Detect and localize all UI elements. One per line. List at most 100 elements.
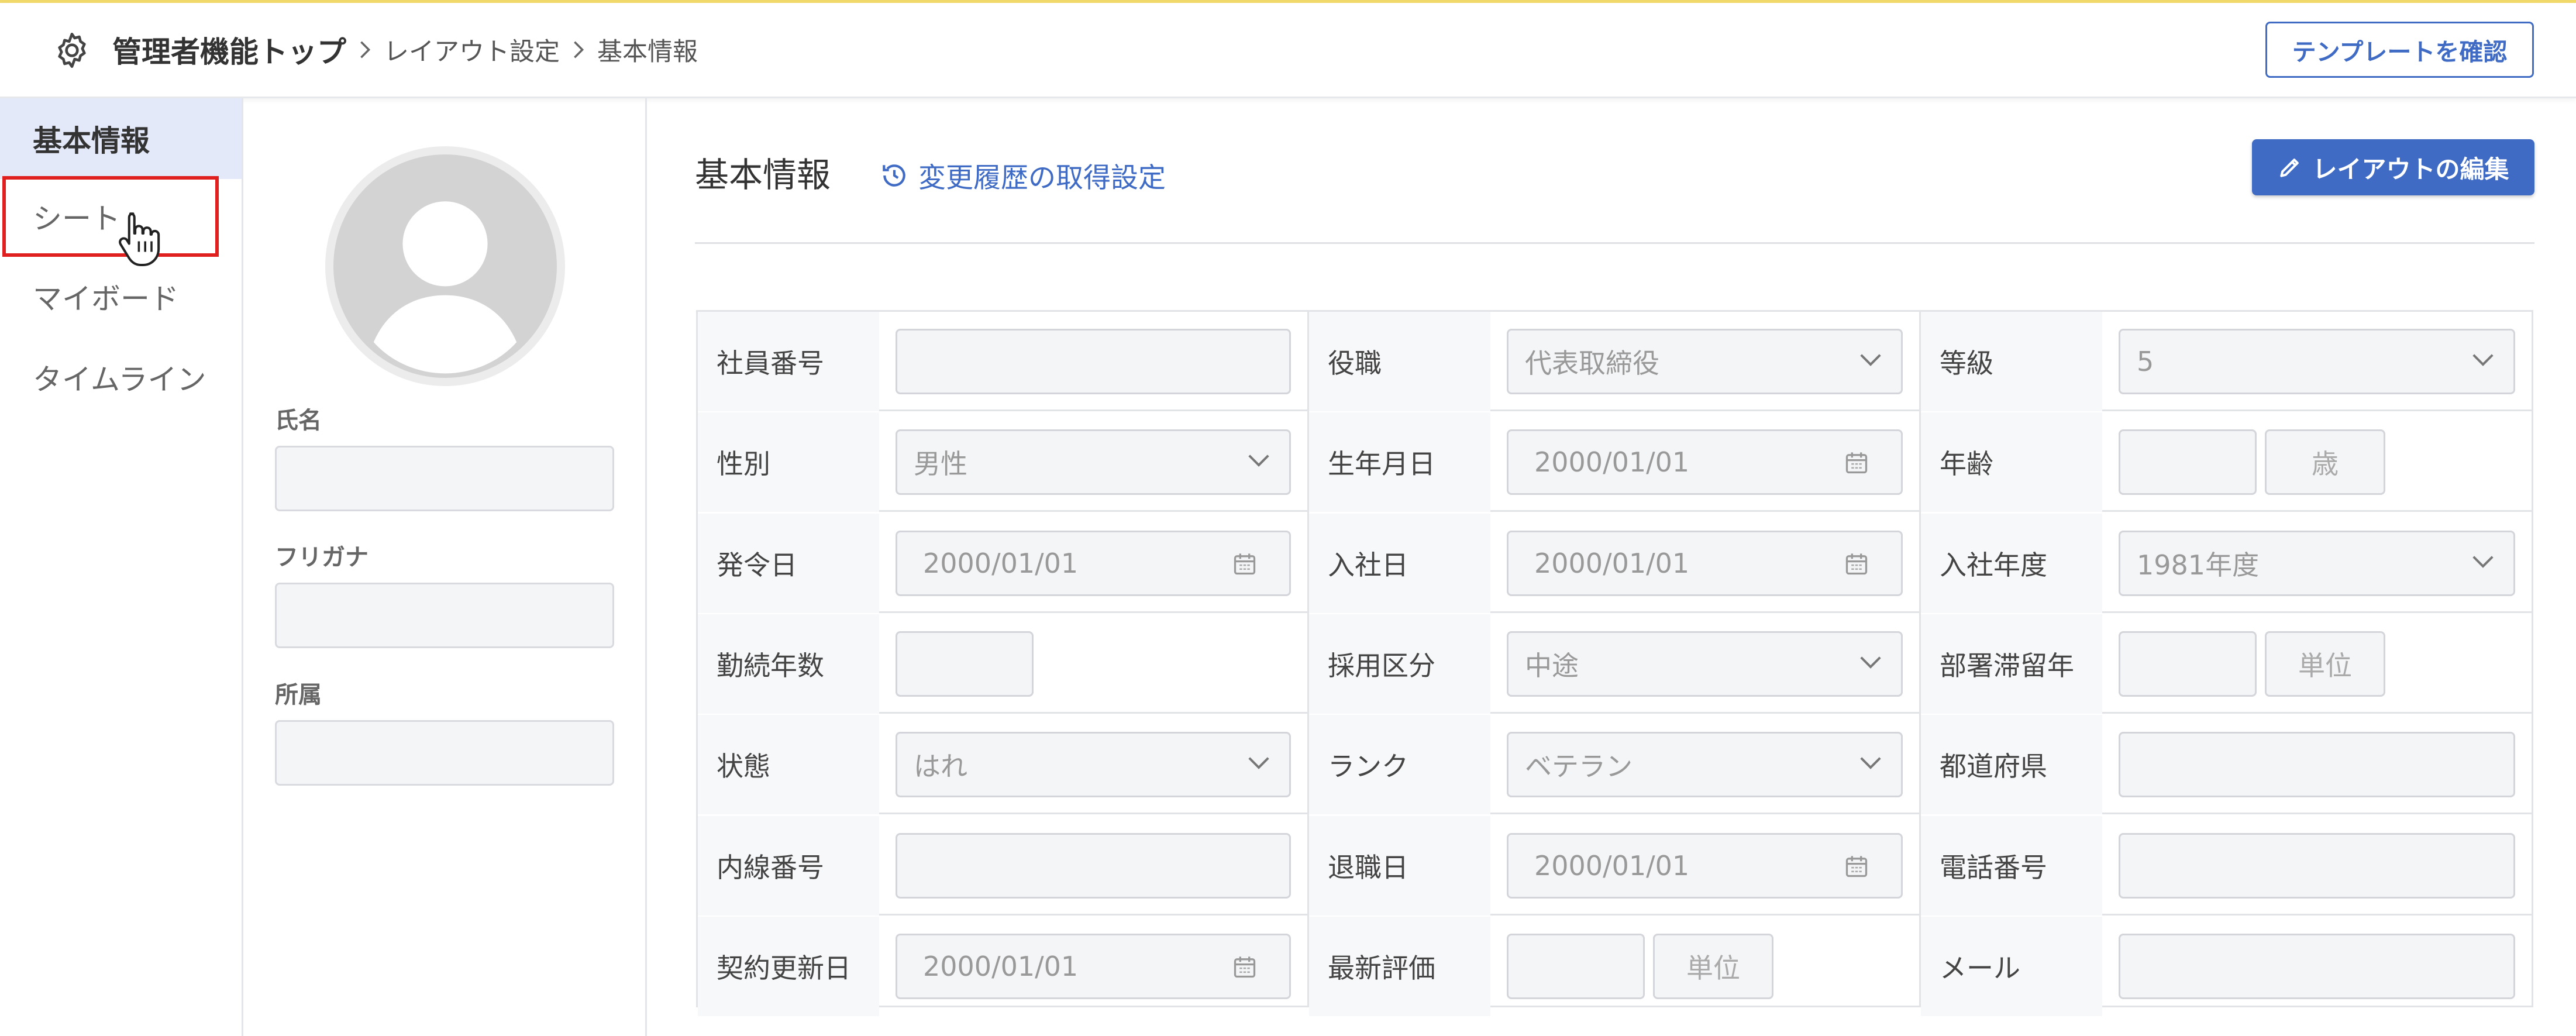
field-value: 5 — [2137, 346, 2154, 377]
field-label: 年齢 — [1921, 412, 2102, 512]
form-cell: 内線番号 — [698, 815, 1308, 915]
edit-layout-label: レイアウトの編集 — [2312, 154, 2509, 184]
breadcrumb-current: 基本情報 — [597, 37, 698, 67]
form-cell: 等級 5 — [1921, 312, 2533, 411]
field-label: ランク — [1309, 715, 1490, 815]
chevron-down-icon — [1859, 353, 1882, 370]
form-cell: 退職日 2000/01/01 — [1309, 815, 1920, 915]
field-label: 内線番号 — [698, 815, 879, 915]
field-value: 2000/01/01 — [923, 950, 1079, 982]
sidebar-item-timeline[interactable]: タイムライン — [0, 337, 242, 418]
field-label: メール — [1921, 916, 2102, 1016]
hand-cursor-icon — [119, 212, 160, 267]
number-input[interactable] — [2119, 631, 2257, 697]
text-input[interactable] — [2119, 832, 2515, 899]
column-divider — [1307, 312, 1309, 1006]
field-value: 2000/01/01 — [1534, 547, 1690, 579]
field-label: 退職日 — [1309, 815, 1490, 915]
chevron-down-icon — [1859, 655, 1882, 673]
form-cell: 電話番号 — [1921, 815, 2533, 915]
form-cell: 契約更新日 2000/01/01 — [698, 916, 1308, 1016]
date-picker[interactable]: 2000/01/01 — [1507, 530, 1903, 596]
form-cell: 最新評価 単位 — [1309, 916, 1920, 1016]
field-label: 等級 — [1921, 312, 2102, 411]
breadcrumb-admin-top[interactable]: 管理者機能トップ — [112, 29, 346, 71]
form-cell: 入社年度 1981年度 — [1921, 513, 2533, 613]
unit-label: 単位 — [1653, 933, 1773, 999]
field-value: 2000/01/01 — [1534, 849, 1690, 882]
date-picker[interactable]: 2000/01/01 — [1507, 429, 1903, 495]
chevron-down-icon — [1247, 756, 1270, 773]
form-cell: 採用区分 中途 — [1309, 614, 1920, 714]
calendar-icon — [1844, 450, 1869, 476]
form-cell: ランク ベテラン — [1309, 715, 1920, 815]
field-value: 1981年度 — [2137, 549, 2260, 581]
field-label: 採用区分 — [1309, 614, 1490, 714]
number-input[interactable] — [2119, 429, 2257, 495]
field-label: 状態 — [698, 715, 879, 815]
form-cell: メール — [1921, 916, 2533, 1016]
select-dropdown[interactable]: 男性 — [896, 429, 1291, 495]
chevron-down-icon — [1859, 756, 1882, 773]
breadcrumb-layout-settings[interactable]: レイアウト設定 — [384, 32, 560, 68]
select-dropdown[interactable]: はれ — [896, 732, 1291, 798]
field-value: ベテラン — [1525, 751, 1633, 783]
form-cell: 生年月日 2000/01/01 — [1309, 412, 1920, 512]
field-label: 性別 — [698, 412, 879, 512]
field-label: 部署滞留年 — [1921, 614, 2102, 714]
calendar-icon — [1844, 853, 1869, 879]
name-input[interactable] — [275, 446, 614, 511]
page-title: 基本情報 — [695, 155, 831, 195]
profile-panel: 氏名 フリガナ 所属 — [243, 98, 647, 1036]
select-dropdown[interactable]: 代表取締役 — [1507, 329, 1903, 394]
text-input[interactable] — [896, 329, 1291, 394]
select-dropdown[interactable]: 中途 — [1507, 631, 1903, 697]
field-value: 2000/01/01 — [923, 547, 1079, 579]
chevron-right-icon — [346, 39, 384, 60]
field-label: 社員番号 — [698, 312, 879, 411]
edit-layout-button[interactable]: レイアウトの編集 — [2252, 139, 2534, 195]
name-label: 氏名 — [275, 407, 322, 434]
basic-info-form-grid: 社員番号 役職 代表取締役 等級 5 性別 男性 生年月日 2000/01/01 年齢 歳発令日 20… — [696, 310, 2533, 1016]
column-divider — [1919, 312, 1921, 1006]
sidebar-item-basic-info[interactable]: 基本情報 — [0, 98, 242, 179]
form-cell: 性別 男性 — [698, 412, 1308, 512]
sidebar: 基本情報 シート マイボード タイムライン — [0, 98, 243, 1036]
chevron-down-icon — [2471, 555, 2495, 572]
title-divider — [695, 242, 2534, 244]
form-cell: 勤続年数 — [698, 614, 1308, 714]
text-input[interactable] — [2119, 933, 2515, 999]
form-cell: 社員番号 — [698, 312, 1308, 411]
field-label: 最新評価 — [1309, 916, 1490, 1016]
field-label: 契約更新日 — [698, 916, 879, 1016]
select-dropdown[interactable]: ベテラン — [1507, 732, 1903, 798]
highlight-box — [2, 176, 219, 257]
sidebar-item-myboard[interactable]: マイボード — [0, 256, 242, 337]
field-value: 代表取締役 — [1525, 347, 1659, 379]
avatar[interactable] — [325, 146, 565, 386]
date-picker[interactable]: 2000/01/01 — [896, 530, 1291, 596]
gear-icon[interactable] — [51, 30, 92, 71]
field-label: 都道府県 — [1921, 715, 2102, 815]
department-input[interactable] — [275, 720, 614, 786]
field-label: 役職 — [1309, 312, 1490, 411]
select-dropdown[interactable]: 5 — [2119, 329, 2515, 394]
user-silhouette-icon — [373, 201, 517, 374]
field-label: 発令日 — [698, 513, 879, 613]
short-input[interactable] — [896, 631, 1034, 697]
field-value: はれ — [914, 751, 967, 783]
date-picker[interactable]: 2000/01/01 — [896, 933, 1291, 999]
furigana-label: フリガナ — [275, 544, 369, 571]
confirm-template-button[interactable]: テンプレートを確認 — [2265, 22, 2534, 78]
field-label: 勤続年数 — [698, 614, 879, 714]
number-input[interactable] — [1507, 933, 1645, 999]
form-cell: 発令日 2000/01/01 — [698, 513, 1308, 613]
furigana-input[interactable] — [275, 583, 614, 648]
history-settings-link[interactable]: 変更履歴の取得設定 — [880, 155, 1166, 195]
text-input[interactable] — [2119, 732, 2515, 798]
select-dropdown[interactable]: 1981年度 — [2119, 530, 2515, 596]
form-cell: 都道府県 — [1921, 715, 2533, 815]
text-input[interactable] — [896, 832, 1291, 899]
calendar-icon — [1232, 551, 1258, 577]
date-picker[interactable]: 2000/01/01 — [1507, 832, 1903, 899]
